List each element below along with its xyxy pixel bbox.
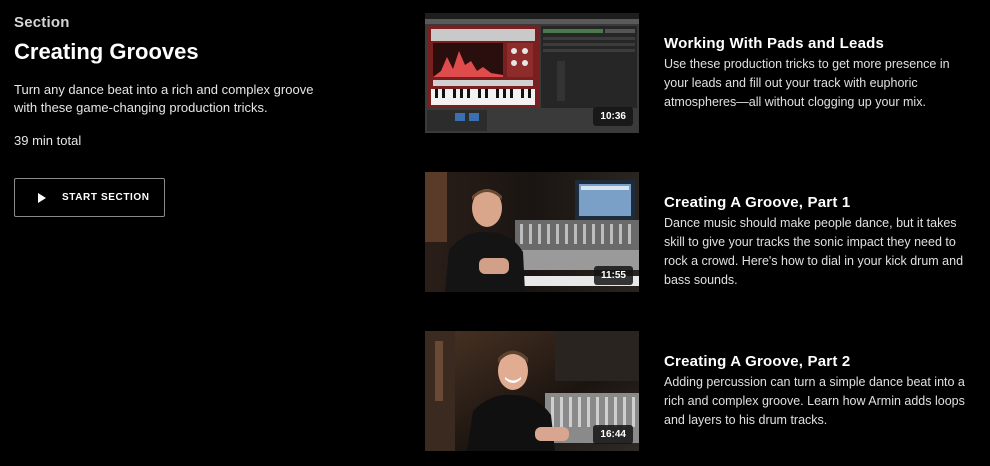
lesson-description: Adding percussion can turn a simple danc… bbox=[664, 375, 965, 427]
play-icon bbox=[38, 192, 46, 203]
lesson-thumbnail[interactable]: 10:36 bbox=[425, 13, 639, 133]
lesson-description: Dance music should make people dance, bu… bbox=[664, 216, 964, 287]
section-eyebrow: Section bbox=[14, 14, 70, 31]
lesson-title[interactable]: Creating A Groove, Part 2 bbox=[664, 353, 974, 370]
video-duration-badge: 10:36 bbox=[593, 107, 633, 126]
lesson-item[interactable]: 16:44 Creating A Groove, Part 2 Adding p… bbox=[425, 331, 985, 453]
section-description: Turn any dance beat into a rich and comp… bbox=[14, 82, 314, 115]
section-panel: Section Creating Grooves Turn any dance … bbox=[14, 14, 334, 217]
lesson-title[interactable]: Creating A Groove, Part 1 bbox=[664, 194, 974, 211]
lesson-info: Creating A Groove, Part 2 Adding percuss… bbox=[664, 353, 974, 430]
section-title: Creating Grooves bbox=[14, 39, 199, 64]
lesson-item[interactable]: 11:55 Creating A Groove, Part 1 Dance mu… bbox=[425, 172, 985, 294]
lesson-info: Creating A Groove, Part 1 Dance music sh… bbox=[664, 194, 974, 290]
lesson-title[interactable]: Working With Pads and Leads bbox=[664, 35, 974, 52]
video-duration-badge: 16:44 bbox=[593, 425, 633, 444]
lesson-info: Working With Pads and Leads Use these pr… bbox=[664, 35, 974, 112]
video-duration-badge: 11:55 bbox=[593, 266, 633, 285]
section-total-time: 39 min total bbox=[14, 133, 82, 148]
lesson-description: Use these production tricks to get more … bbox=[664, 57, 950, 109]
start-section-label: START SECTION bbox=[62, 192, 150, 203]
lesson-item[interactable]: 10:36 Working With Pads and Leads Use th… bbox=[425, 13, 985, 135]
lesson-thumbnail[interactable]: 11:55 bbox=[425, 172, 639, 292]
lesson-thumbnail[interactable]: 16:44 bbox=[425, 331, 639, 451]
start-section-button[interactable]: START SECTION bbox=[14, 178, 165, 217]
